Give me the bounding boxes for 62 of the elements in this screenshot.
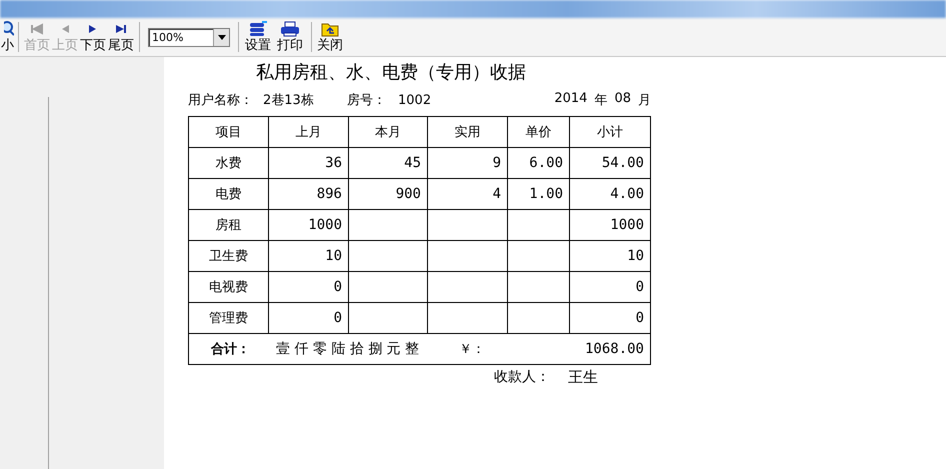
table-cell: [508, 240, 570, 272]
table-cell: 0: [268, 302, 348, 334]
table-cell: 0: [268, 272, 348, 302]
table-cell: 45: [348, 148, 428, 178]
table-cell: 房租: [188, 210, 268, 240]
total-label: 合计：: [211, 341, 250, 358]
toolbar-button[interactable]: 小: [0, 21, 14, 53]
table-cell: 36: [268, 148, 348, 178]
zoom-select[interactable]: 100%: [148, 28, 230, 46]
column-header: 实用: [428, 116, 508, 148]
room-label: 房号：: [347, 92, 386, 109]
table-cell: 0: [570, 272, 650, 302]
table-cell: 6.00: [508, 148, 570, 178]
room-value: 1002: [398, 92, 432, 108]
dropdown-arrow-icon: [218, 34, 226, 40]
column-header: 本月: [348, 116, 428, 148]
table-cell: 1000: [570, 210, 650, 240]
table-cell: 10: [268, 240, 348, 272]
table-cell: 水费: [188, 148, 268, 178]
table-cell: 896: [268, 178, 348, 210]
first-page-icon: [31, 21, 43, 37]
year-unit: 年: [594, 92, 608, 109]
table-cell: 1000: [268, 210, 348, 240]
magnifier-icon: [4, 21, 14, 37]
user-name-value: 2巷13栋: [263, 92, 315, 109]
amount-in-words: 壹 仟 零 陆 拾 捌 元 整: [276, 340, 420, 358]
column-header: 单价: [508, 116, 570, 148]
table-cell: [508, 272, 570, 302]
table-cell: 0: [570, 302, 650, 334]
user-name-label: 用户名称：: [188, 92, 253, 109]
month-unit: 月: [638, 92, 651, 109]
toolbar-button[interactable]: 设置: [243, 21, 273, 53]
stacked-pages-icon: [248, 21, 268, 37]
column-header: 上月: [268, 116, 348, 148]
currency-label: ￥：: [459, 341, 486, 358]
printer-icon: [280, 21, 300, 37]
payee-label: 收款人：: [494, 368, 550, 387]
table-cell: 9: [428, 148, 508, 178]
total-amount: 1068.00: [584, 341, 644, 357]
table-cell: 卫生费: [188, 240, 268, 272]
toolbar-button[interactable]: 关闭: [316, 21, 344, 53]
table-cell: 电视费: [188, 272, 268, 302]
table-cell: 54.00: [570, 148, 650, 178]
receipt-title: 私用房租、水、电费（专用）收据: [256, 61, 527, 85]
table-cell: 900: [348, 178, 428, 210]
table-cell: 管理费: [188, 302, 268, 334]
payee-name: 王生: [568, 368, 598, 387]
column-header: 小计: [570, 116, 650, 148]
table-cell: [508, 210, 570, 240]
month-value: 08: [614, 91, 631, 108]
table-cell: 4: [428, 178, 508, 210]
column-header: 项目: [188, 116, 268, 148]
toolbar-button[interactable]: 尾页: [107, 21, 135, 53]
table-cell: 1.00: [508, 178, 570, 210]
folder-icon: [321, 21, 339, 37]
toolbar-button[interactable]: 下页: [79, 21, 107, 53]
table-cell: [508, 302, 570, 334]
table-cell: 10: [570, 240, 650, 272]
toolbar-button[interactable]: 打印: [275, 21, 305, 53]
year-value: 2014: [554, 91, 588, 108]
table-cell: 4.00: [570, 178, 650, 210]
table-cell: 电费: [188, 178, 268, 210]
